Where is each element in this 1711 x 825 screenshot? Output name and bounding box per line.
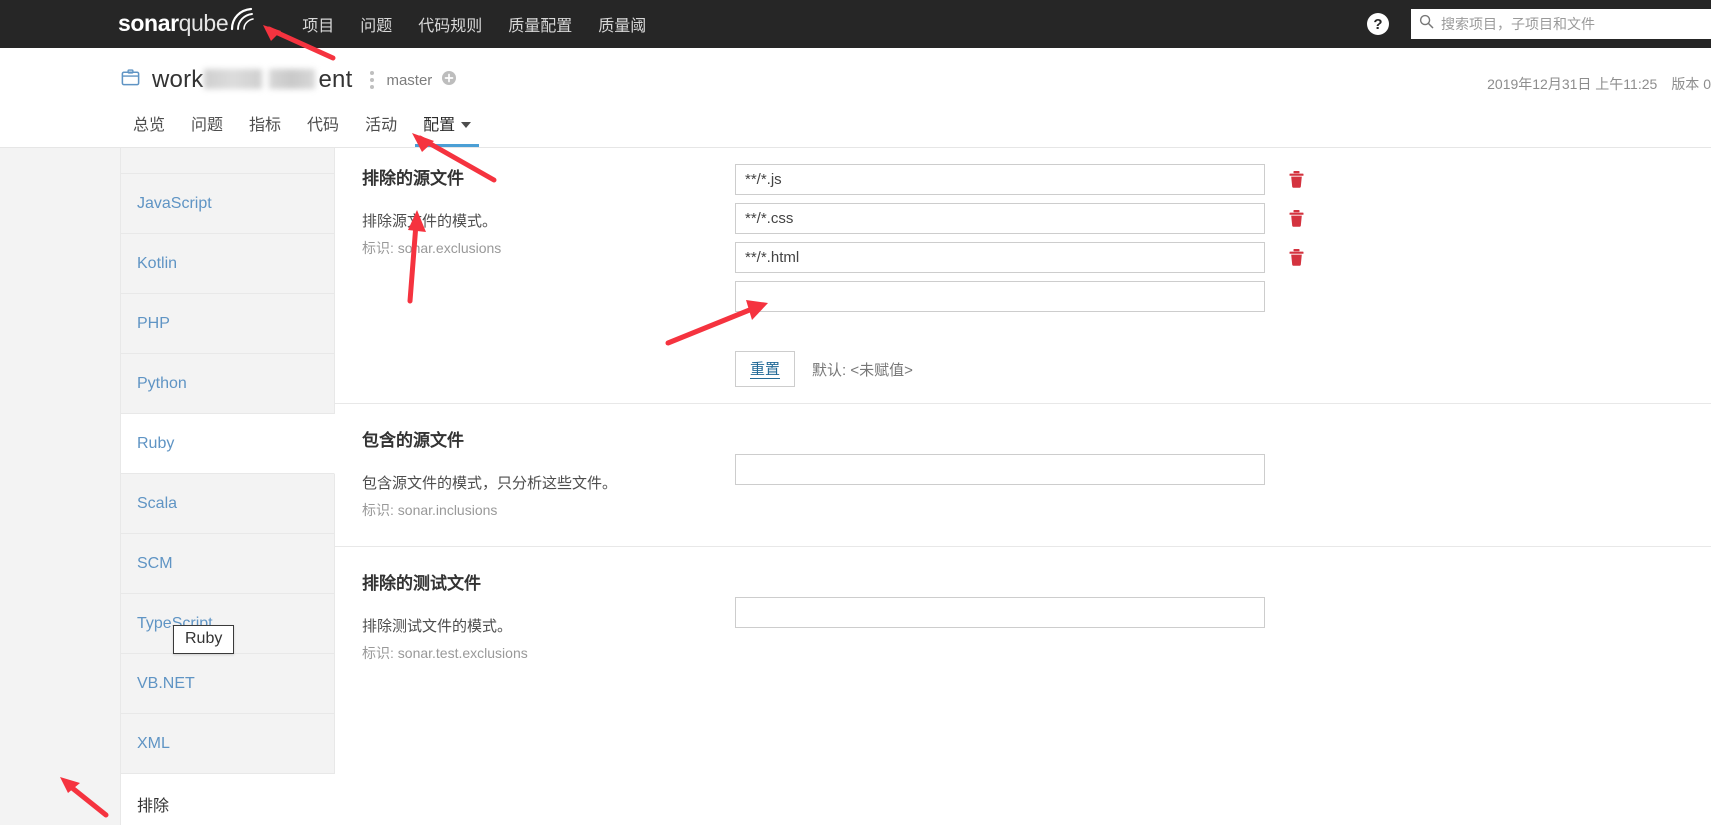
sidebar-item-javascript[interactable]: JavaScript [120, 174, 335, 234]
global-search-box[interactable] [1411, 9, 1711, 39]
delete-icon[interactable] [1287, 170, 1305, 190]
exclusion-input-4[interactable] [735, 281, 1265, 312]
tab-code[interactable]: 代码 [294, 111, 352, 147]
chevron-down-icon [461, 122, 472, 128]
tab-administration[interactable]: 配置 [410, 111, 484, 147]
project-version: 版本 0 [1671, 76, 1711, 92]
sidebar-item-python[interactable]: Python [120, 354, 335, 414]
sidebar-item-php[interactable]: PHP [120, 294, 335, 354]
sidebar-item-exclusions[interactable]: 排除 [120, 774, 335, 825]
exclusion-row [735, 281, 1711, 312]
page-title: work ent [152, 66, 352, 94]
setting-test-file-exclusions: 排除的测试文件 排除测试文件的模式。 标识: sonar.test.exclus… [335, 547, 1711, 689]
project-name-redaction-2 [269, 69, 316, 89]
sidebar-item-kotlin[interactable]: Kotlin [120, 234, 335, 294]
add-branch-icon[interactable] [441, 70, 457, 91]
sidebar-item-vbnet[interactable]: VB.NET [120, 654, 335, 714]
sonarqube-swoosh-icon [229, 7, 259, 36]
nav-link-quality-gates[interactable]: 质量阈 [585, 12, 659, 36]
exclusion-row [735, 164, 1711, 195]
setting-title: 包含的源文件 [362, 431, 464, 450]
sidebar-item-xml[interactable]: XML [120, 714, 335, 774]
inclusion-row [735, 454, 1711, 485]
analysis-meta: 2019年12月31日 上午11:25 版本 0 [1487, 74, 1711, 94]
delete-icon[interactable] [1287, 248, 1305, 268]
reset-button[interactable]: 重置 [735, 351, 796, 387]
project-tabs: 总览 问题 指标 代码 活动 配置 [120, 103, 484, 147]
exclusion-input-2[interactable] [735, 203, 1265, 234]
help-icon[interactable]: ? [1367, 13, 1389, 35]
settings-content: 排除的源文件 排除源文件的模式。 标识: sonar.exclusions **… [335, 148, 1711, 825]
branch-name[interactable]: master [386, 72, 432, 89]
settings-sidebar: JavaScript Kotlin PHP Python Ruby Scala … [120, 148, 335, 825]
reset-button-label: 重置 [750, 361, 781, 379]
tab-issues[interactable]: 问题 [178, 111, 236, 147]
tab-administration-label: 配置 [423, 117, 456, 134]
sidebar-item-scala[interactable]: Scala [120, 474, 335, 534]
project-title-row: work ent master [120, 66, 457, 94]
exclusion-input-1[interactable] [735, 164, 1265, 195]
setting-key: 标识: sonar.exclusions [362, 240, 502, 256]
page-body: JavaScript Kotlin PHP Python Ruby Scala … [0, 148, 1711, 825]
branch-separator-icon [370, 71, 375, 89]
setting-key: 标识: sonar.inclusions [362, 502, 498, 518]
setting-description: 排除源文件的模式。 [362, 213, 498, 230]
project-name-redaction-1 [204, 69, 263, 89]
nav-link-rules[interactable]: 代码规则 [405, 12, 495, 36]
setting-key: 标识: sonar.test.exclusions [362, 645, 528, 661]
reset-row: 重置 默认: <未赋值> [735, 351, 1711, 387]
nav-link-projects[interactable]: 项目 [289, 12, 347, 36]
logo-text-bold: sonar [118, 10, 179, 36]
tab-activity[interactable]: 活动 [352, 111, 410, 147]
setting-title: 排除的源文件 [362, 169, 464, 188]
setting-title: 排除的测试文件 [362, 574, 481, 593]
search-input[interactable] [1441, 16, 1703, 32]
sonarqube-page: sonarqube 项目 问题 代码规则 质量配置 质量阈 ? 搜索项目，子项目… [0, 0, 1711, 825]
left-gutter [0, 148, 120, 825]
setting-description: 排除测试文件的模式。 [362, 618, 513, 635]
project-icon [120, 67, 141, 93]
tab-overview[interactable]: 总览 [120, 111, 178, 147]
sidebar-item-scm[interactable]: SCM [120, 534, 335, 594]
project-name-suffix: ent [318, 66, 353, 93]
default-value-note: 默认: <未赋值> [812, 361, 913, 379]
search-icon [1419, 14, 1434, 34]
sidebar-item-ruby[interactable]: Ruby [120, 414, 335, 474]
tab-measures[interactable]: 指标 [236, 111, 294, 147]
test-exclusion-row [735, 597, 1711, 628]
global-nav-links: 项目 问题 代码规则 质量配置 质量阈 [289, 12, 659, 36]
delete-icon[interactable] [1287, 209, 1305, 229]
navbar-right-group: ? [1367, 0, 1711, 48]
project-name-prefix: work [152, 66, 204, 93]
inclusion-input-1[interactable] [735, 454, 1265, 485]
exclusion-row [735, 242, 1711, 273]
exclusion-input-3[interactable] [735, 242, 1265, 273]
project-header: work ent master 2019年12月31日 上午11:25 版本 0 … [0, 48, 1711, 148]
logo-text-light: qube [178, 10, 229, 36]
nav-link-quality-profiles[interactable]: 质量配置 [495, 12, 585, 36]
test-exclusion-input-1[interactable] [735, 597, 1265, 628]
exclusion-row [735, 203, 1711, 234]
analysis-date: 2019年12月31日 上午11:25 [1487, 76, 1658, 92]
global-navbar: sonarqube 项目 问题 代码规则 质量配置 质量阈 ? [0, 0, 1711, 48]
nav-link-issues[interactable]: 问题 [347, 12, 405, 36]
setting-source-file-inclusions: 包含的源文件 包含源文件的模式，只分析这些文件。 标识: sonar.inclu… [335, 404, 1711, 547]
ruby-tooltip: Ruby [173, 625, 235, 654]
setting-source-file-exclusions: 排除的源文件 排除源文件的模式。 标识: sonar.exclusions **… [335, 148, 1711, 404]
sonarqube-logo[interactable]: sonarqube [118, 7, 259, 36]
setting-description: 包含源文件的模式，只分析这些文件。 [362, 475, 618, 492]
sidebar-item-partial[interactable] [120, 148, 335, 174]
